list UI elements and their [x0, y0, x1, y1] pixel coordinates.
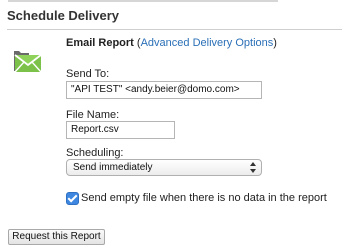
section-header: Schedule Delivery — [7, 8, 342, 30]
advanced-delivery-options-link[interactable]: Advanced Delivery Options — [141, 37, 274, 49]
paren-close: ) — [273, 37, 277, 49]
send-to-field[interactable]: "API TEST" <andy.beier@domo.com> — [66, 81, 262, 99]
email-report-heading: Email Report (Advanced Delivery Options) — [66, 37, 277, 49]
file-name-label: File Name: — [66, 109, 120, 121]
send-empty-file-checkbox[interactable] — [66, 192, 79, 205]
scheduling-selected-value: Send immediately — [73, 162, 153, 173]
send-to-label: Send To: — [66, 68, 110, 80]
request-report-button[interactable]: Request this Report — [8, 229, 105, 245]
scheduling-label: Scheduling: — [66, 147, 124, 159]
updown-arrows-icon — [249, 162, 256, 173]
paren-open: ( — [133, 37, 141, 49]
scheduling-select[interactable]: Send immediately — [66, 159, 262, 176]
email-report-title: Email Report — [66, 37, 134, 49]
file-name-field[interactable]: Report.csv — [66, 121, 175, 139]
send-empty-file-label[interactable]: Send empty file when there is no data in… — [81, 192, 327, 204]
email-envelope-icon — [14, 51, 42, 73]
top-divider — [8, 0, 278, 2]
section-title: Schedule Delivery — [7, 8, 119, 23]
